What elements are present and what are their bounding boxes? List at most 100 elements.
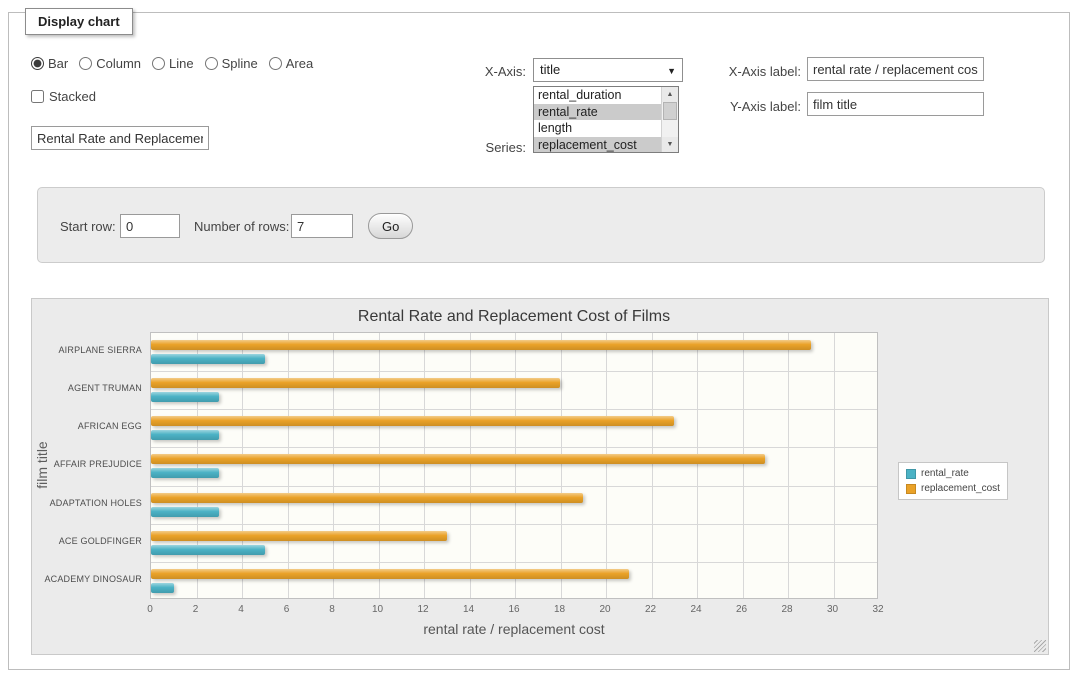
y-axis-label-caption: Y-Axis label: — [681, 99, 801, 114]
scrollbar-thumb[interactable] — [663, 102, 677, 120]
stacked-label: Stacked — [49, 89, 96, 104]
gridline-h — [151, 447, 877, 448]
x-axis-label-caption: X-Axis label: — [681, 64, 801, 79]
bar-rental_rate — [151, 468, 219, 478]
chart-plot — [150, 332, 878, 599]
chart-type-option-spline[interactable]: Spline — [205, 56, 258, 71]
category-label: ACADEMY DINOSAUR — [32, 574, 142, 584]
x-tick-label: 0 — [147, 604, 153, 615]
x-tick-label: 12 — [417, 604, 428, 615]
bar-replacement_cost — [151, 493, 583, 503]
page: Display chart Bar Column Line Spline Area St… — [0, 0, 1081, 681]
chart-type-radio-line[interactable] — [152, 57, 165, 70]
chart-type-option-line[interactable]: Line — [152, 56, 194, 71]
rows-panel: Start row: Number of rows: Go — [37, 187, 1045, 263]
chart-type-option-label: Spline — [222, 56, 258, 71]
stacked-checkbox[interactable] — [31, 90, 44, 103]
chart-type-radios: Bar Column Line Spline Area — [31, 56, 313, 71]
gridline-v — [379, 333, 380, 598]
start-row-label: Start row: — [60, 219, 116, 234]
chart-title: Rental Rate and Replacement Cost of Film… — [150, 308, 878, 326]
series-option-length[interactable]: length — [534, 120, 661, 137]
display-chart-fieldset: Display chart BarColumnLineSplineArea St… — [8, 12, 1070, 670]
chart-panel: Rental Rate and Replacement Cost of Film… — [31, 298, 1049, 655]
gridline-v — [743, 333, 744, 598]
chart-type-radio-column[interactable] — [79, 57, 92, 70]
x-axis-label-input[interactable] — [807, 57, 984, 81]
y-axis-label-input[interactable] — [807, 92, 984, 116]
x-tick-label: 14 — [463, 604, 474, 615]
chart-title-input[interactable] — [31, 126, 209, 150]
gridline-h — [151, 409, 877, 410]
x-tick-label: 20 — [599, 604, 610, 615]
gridline-h — [151, 562, 877, 563]
x-tick-label: 32 — [872, 604, 883, 615]
gridline-h — [151, 524, 877, 525]
category-label: AFFAIR PREJUDICE — [32, 459, 142, 469]
bar-replacement_cost — [151, 416, 674, 426]
gridline-v — [197, 333, 198, 598]
gridline-h — [151, 486, 877, 487]
legend-item: rental_rate — [906, 468, 1000, 479]
x-tick-label: 18 — [554, 604, 565, 615]
legend-swatch-replacement_cost — [906, 484, 916, 494]
resize-handle-icon[interactable] — [1034, 640, 1046, 652]
series-scrollbar[interactable]: ▲ ▼ — [661, 87, 678, 152]
start-row-input[interactable] — [120, 214, 180, 238]
legend-label: rental_rate — [921, 468, 969, 479]
category-label: ACE GOLDFINGER — [32, 536, 142, 546]
chart-type-option-label: Area — [286, 56, 313, 71]
gridline-v — [242, 333, 243, 598]
chart-legend: rental_rate replacement_cost — [898, 462, 1008, 500]
chart-type-radio-area[interactable] — [269, 57, 282, 70]
bar-replacement_cost — [151, 378, 560, 388]
gridline-v — [470, 333, 471, 598]
series-option-replacement_cost[interactable]: replacement_cost — [534, 137, 661, 154]
fieldset-legend: Display chart — [25, 8, 133, 35]
scroll-down-button[interactable]: ▼ — [662, 137, 678, 152]
gridline-v — [333, 333, 334, 598]
chart-type-option-area[interactable]: Area — [269, 56, 313, 71]
series-option-rental_duration[interactable]: rental_duration — [534, 87, 661, 104]
series-listbox[interactable]: rental_durationrental_ratelengthreplacem… — [533, 86, 679, 153]
gridline-v — [515, 333, 516, 598]
gridline-v — [788, 333, 789, 598]
chart-type-option-bar[interactable]: Bar — [31, 56, 68, 71]
legend-label: replacement_cost — [921, 483, 1000, 494]
gridline-v — [561, 333, 562, 598]
x-tick-label: 22 — [645, 604, 656, 615]
x-tick-label: 24 — [690, 604, 701, 615]
bar-replacement_cost — [151, 569, 629, 579]
num-rows-input[interactable] — [291, 214, 353, 238]
category-label: AGENT TRUMAN — [32, 383, 142, 393]
gridline-h — [151, 371, 877, 372]
gridline-v — [697, 333, 698, 598]
series-option-rental_rate[interactable]: rental_rate — [534, 104, 661, 121]
x-tick-label: 6 — [284, 604, 290, 615]
bar-rental_rate — [151, 392, 219, 402]
bar-rental_rate — [151, 583, 174, 593]
x-tick-label: 16 — [508, 604, 519, 615]
bar-rental_rate — [151, 354, 265, 364]
chart-type-option-column[interactable]: Column — [79, 56, 141, 71]
x-tick-label: 10 — [372, 604, 383, 615]
x-tick-label: 30 — [827, 604, 838, 615]
x-axis-title: rental rate / replacement cost — [150, 621, 878, 637]
stacked-option[interactable]: Stacked — [31, 89, 96, 104]
chart-type-option-label: Bar — [48, 56, 68, 71]
gridline-v — [652, 333, 653, 598]
chart-type-radio-spline[interactable] — [205, 57, 218, 70]
x-tick-label: 26 — [736, 604, 747, 615]
chart-type-radio-bar[interactable] — [31, 57, 44, 70]
scroll-up-button[interactable]: ▲ — [662, 87, 678, 102]
go-button[interactable]: Go — [368, 213, 413, 239]
bar-replacement_cost — [151, 531, 447, 541]
x-axis-caption: X-Axis: — [401, 64, 526, 79]
x-axis-select[interactable]: title ▼ — [533, 58, 683, 82]
category-label: AFRICAN EGG — [32, 421, 142, 431]
bar-replacement_cost — [151, 340, 811, 350]
bar-replacement_cost — [151, 454, 765, 464]
num-rows-label: Number of rows: — [194, 219, 289, 234]
legend-item: replacement_cost — [906, 483, 1000, 494]
x-tick-label: 2 — [193, 604, 199, 615]
